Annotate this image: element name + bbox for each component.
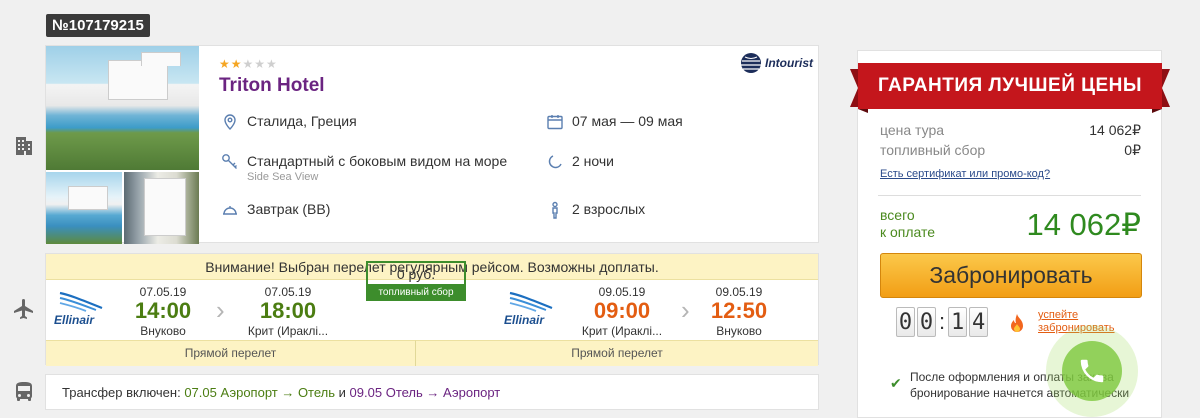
- departure-time: 14:00: [134, 298, 192, 323]
- airline-logo: Ellinair: [46, 290, 118, 330]
- hotel-meal: Завтрак (BB): [221, 201, 330, 219]
- fuel-surcharge-box: 0 руб. топливный сбор: [366, 261, 466, 301]
- departure-date: 09.05.19: [598, 285, 646, 299]
- best-price-banner-text: ГАРАНТИЯ ЛУЧШЕЙ ЦЕНЫ: [877, 75, 1142, 96]
- inbound-flight-type: Прямой перелет: [416, 340, 818, 366]
- total-label: всего к оплате: [880, 207, 936, 240]
- bus-icon: [12, 380, 36, 404]
- flight-card: Внимание! Выбран перелет регулярным рейс…: [45, 253, 819, 366]
- ellinair-wing-icon: [509, 291, 553, 312]
- moon-icon: [546, 153, 564, 171]
- globe-icon: [741, 53, 761, 73]
- map-pin-icon: [221, 113, 239, 131]
- hotel-room: Стандартный с боковым видом на море Side…: [221, 153, 507, 183]
- callback-widget[interactable]: [1046, 325, 1138, 417]
- tour-nights: 2 ночи: [546, 153, 614, 171]
- tour-dates: 07 мая — 09 мая: [546, 113, 683, 131]
- meal-cloche-icon: [221, 201, 239, 219]
- fuel-price-value: 0₽: [1124, 142, 1141, 158]
- fuel-surcharge-label: топливный сбор: [366, 284, 466, 301]
- calendar-icon: [546, 113, 564, 131]
- person-icon: [546, 201, 564, 219]
- tour-operator-logo: Intourist: [739, 52, 813, 74]
- hotel-photo-building[interactable]: [124, 172, 199, 244]
- inbound-flight[interactable]: Ellinair 09.05.19 09:00 Крит (Ираклі... …: [496, 281, 818, 339]
- outbound-flight[interactable]: Ellinair 07.05.19 14:00 Внуково › 07.05.…: [46, 281, 416, 339]
- tour-operator-name: Intourist: [765, 56, 813, 70]
- phone-icon: [1080, 359, 1104, 383]
- transfer-route-1: Аэропорт → Отель: [220, 385, 336, 400]
- fire-icon: [1011, 314, 1023, 332]
- promo-code-link[interactable]: Есть сертификат или промо-код?: [880, 168, 1050, 180]
- hotel-star-rating: ★★★★★: [219, 57, 278, 71]
- fuel-price-label: топливный сбор: [880, 142, 986, 158]
- departure-airport: Внуково: [140, 324, 186, 338]
- chevron-right-icon: ›: [216, 295, 225, 325]
- arrival-date: 09.05.19: [715, 285, 763, 299]
- transfer-date-1: 07.05: [184, 385, 217, 400]
- best-price-ribbon: ГАРАНТИЯ ЛУЧШЕЙ ЦЕНЫ: [850, 61, 1170, 113]
- arrival-date: 07.05.19: [264, 285, 312, 299]
- hotel-name[interactable]: Triton Hotel: [219, 75, 325, 97]
- airline-logo: Ellinair: [496, 290, 568, 330]
- transfer-info: Трансфер включен: 07.05 Аэропорт → Отель…: [45, 374, 819, 410]
- hotel-photo-main[interactable]: [46, 46, 199, 170]
- room-subtitle: Side Sea View: [247, 171, 319, 183]
- departure-time: 09:00: [593, 298, 651, 323]
- tour-guests: 2 взрослых: [546, 201, 645, 219]
- arrival-airport: Внуково: [716, 324, 762, 338]
- hotel-building-icon: [12, 133, 36, 157]
- arrival-airport: Крит (Ираклі...: [247, 324, 329, 338]
- fuel-price-row: топливный сбор 0₽: [880, 142, 1141, 159]
- hotel-photo-pool[interactable]: [46, 172, 122, 244]
- hotel-card: ★★★★★ Triton Hotel Intourist Сталида, Гр…: [45, 45, 819, 244]
- departure-airport: Крит (Ираклі...: [581, 324, 663, 338]
- ellinair-wing-icon: [59, 291, 103, 312]
- transfer-route-2: Отель → Аэропорт: [385, 385, 501, 400]
- arrival-time: 12:50: [710, 298, 768, 323]
- transfer-label: Трансфер включен:: [62, 385, 181, 400]
- transfer-date-2: 09.05: [349, 385, 383, 400]
- tour-price-row: цена тура 14 062₽: [880, 122, 1141, 139]
- arrival-time: 18:00: [259, 298, 317, 323]
- divider: [878, 195, 1141, 196]
- chevron-right-icon: ›: [681, 295, 690, 325]
- transfer-and: и: [338, 385, 346, 400]
- checkmark-icon: ✔: [890, 375, 902, 391]
- total-price: 14 062₽: [1026, 207, 1141, 242]
- book-button[interactable]: Забронировать: [880, 253, 1142, 298]
- hotel-location: Сталида, Греция: [221, 113, 357, 131]
- outbound-flight-type: Прямой перелет: [46, 340, 416, 366]
- airplane-icon: [12, 297, 36, 321]
- fuel-surcharge-value: 0 руб.: [396, 266, 436, 282]
- order-number: №107179215: [46, 14, 150, 37]
- tour-price-label: цена тура: [880, 122, 945, 138]
- countdown-timer: 0 0 : 1 4: [896, 307, 989, 337]
- departure-date: 07.05.19: [139, 285, 187, 299]
- key-icon: [221, 153, 239, 171]
- tour-price-value: 14 062₽: [1089, 122, 1141, 138]
